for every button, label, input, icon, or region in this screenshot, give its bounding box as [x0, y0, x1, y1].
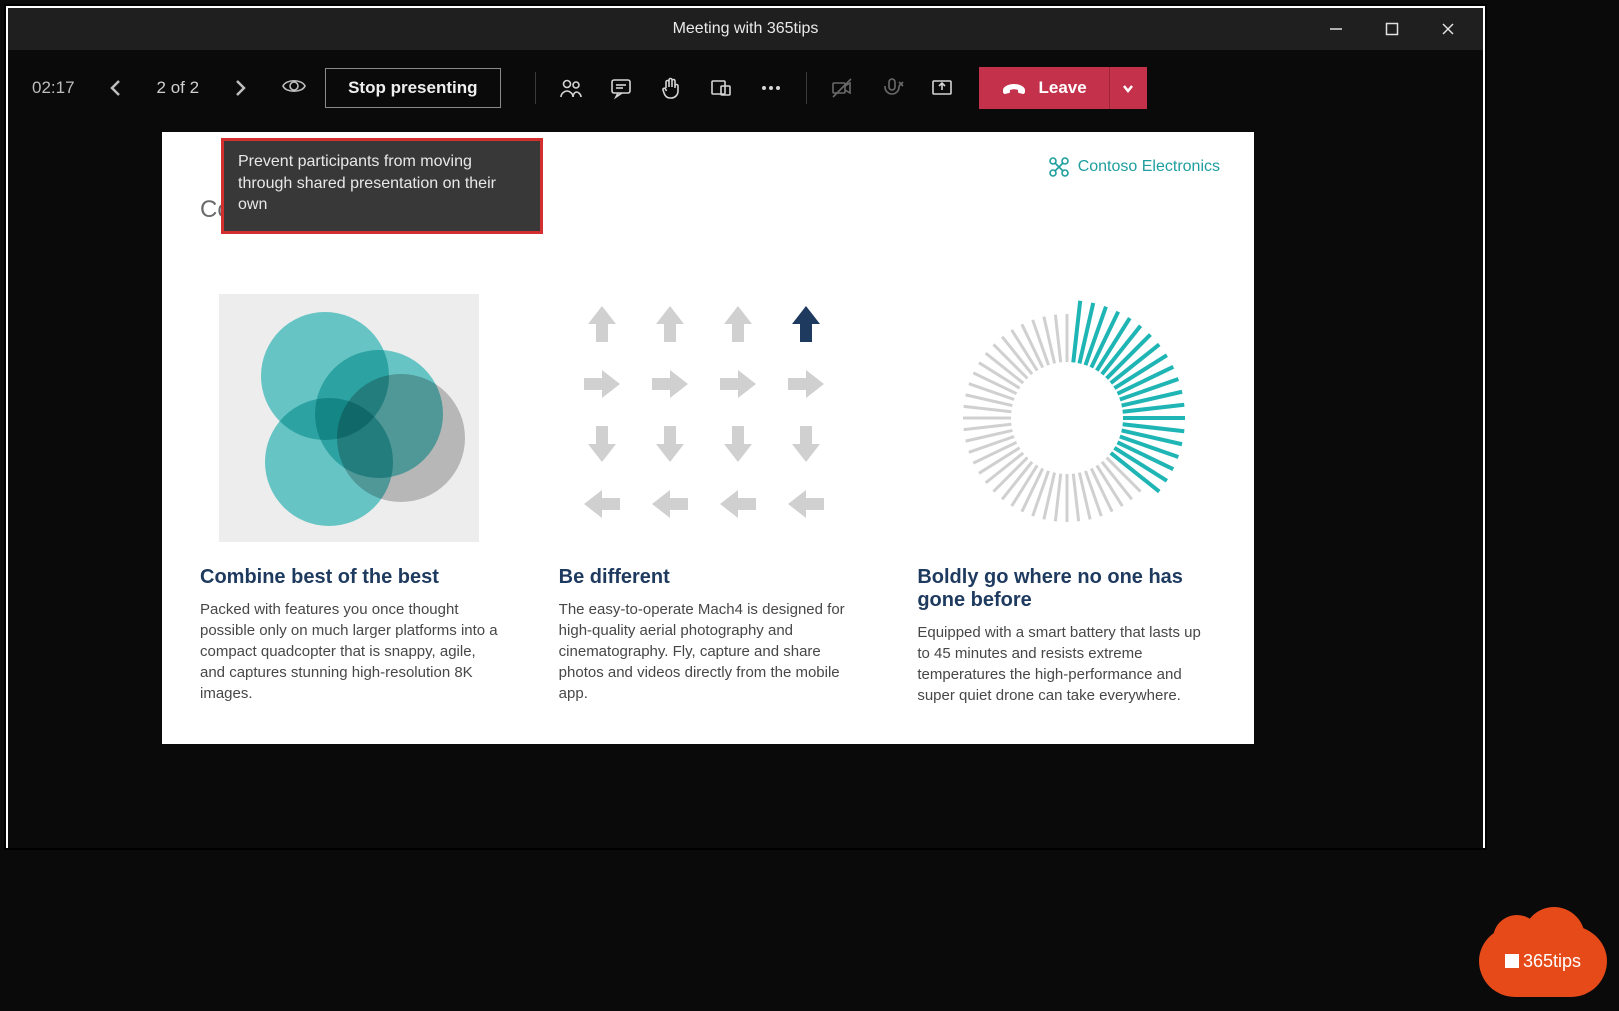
- arrow-grid-graphic: [559, 288, 858, 548]
- minimize-button[interactable]: [1323, 22, 1349, 36]
- camera-button[interactable]: [817, 76, 867, 100]
- stop-presenting-button[interactable]: Stop presenting: [325, 68, 500, 108]
- more-actions-button[interactable]: [746, 76, 796, 100]
- slide-counter: 2 of 2: [157, 78, 200, 98]
- slide-column-1: Combine best of the best Packed with fea…: [200, 288, 499, 706]
- rooms-button[interactable]: [696, 76, 746, 100]
- mic-button[interactable]: [867, 76, 917, 100]
- window-title: Meeting with 365tips: [673, 20, 819, 38]
- share-button[interactable]: [917, 76, 967, 100]
- separator: [806, 72, 807, 104]
- column-heading: Be different: [559, 566, 858, 589]
- private-view-tooltip: Prevent participants from moving through…: [221, 138, 543, 234]
- participants-button[interactable]: [546, 76, 596, 100]
- meeting-timer: 02:17: [32, 78, 75, 98]
- maximize-button[interactable]: [1379, 22, 1405, 36]
- drone-icon: [1048, 156, 1070, 178]
- slide-column-3: Boldly go where no one has gone before E…: [917, 288, 1216, 706]
- column-body: Equipped with a smart battery that lasts…: [917, 622, 1216, 706]
- column-body: The easy-to-operate Mach4 is designed fo…: [559, 599, 858, 704]
- separator: [535, 72, 536, 104]
- raise-hand-button[interactable]: [646, 76, 696, 100]
- venn-diagram: [200, 288, 499, 548]
- chat-button[interactable]: [596, 76, 646, 100]
- watermark-badge: 365tips: [1479, 925, 1607, 997]
- brand-logo: Contoso Electronics: [1048, 156, 1220, 178]
- leave-button[interactable]: Leave: [979, 67, 1109, 109]
- private-view-toggle[interactable]: [281, 73, 307, 104]
- slide-column-2: Be different The easy-to-operate Mach4 i…: [559, 288, 858, 706]
- column-body: Packed with features you once thought po…: [200, 599, 499, 704]
- leave-options-button[interactable]: [1109, 67, 1147, 109]
- column-heading: Combine best of the best: [200, 566, 499, 589]
- previous-slide-button[interactable]: [101, 78, 131, 98]
- column-heading: Boldly go where no one has gone before: [917, 566, 1216, 612]
- next-slide-button[interactable]: [225, 78, 255, 98]
- title-bar: Meeting with 365tips: [8, 8, 1483, 50]
- close-button[interactable]: [1435, 22, 1461, 36]
- sunburst-graphic: [917, 288, 1216, 548]
- meeting-toolbar: 02:17 2 of 2 Stop presenting: [8, 50, 1483, 126]
